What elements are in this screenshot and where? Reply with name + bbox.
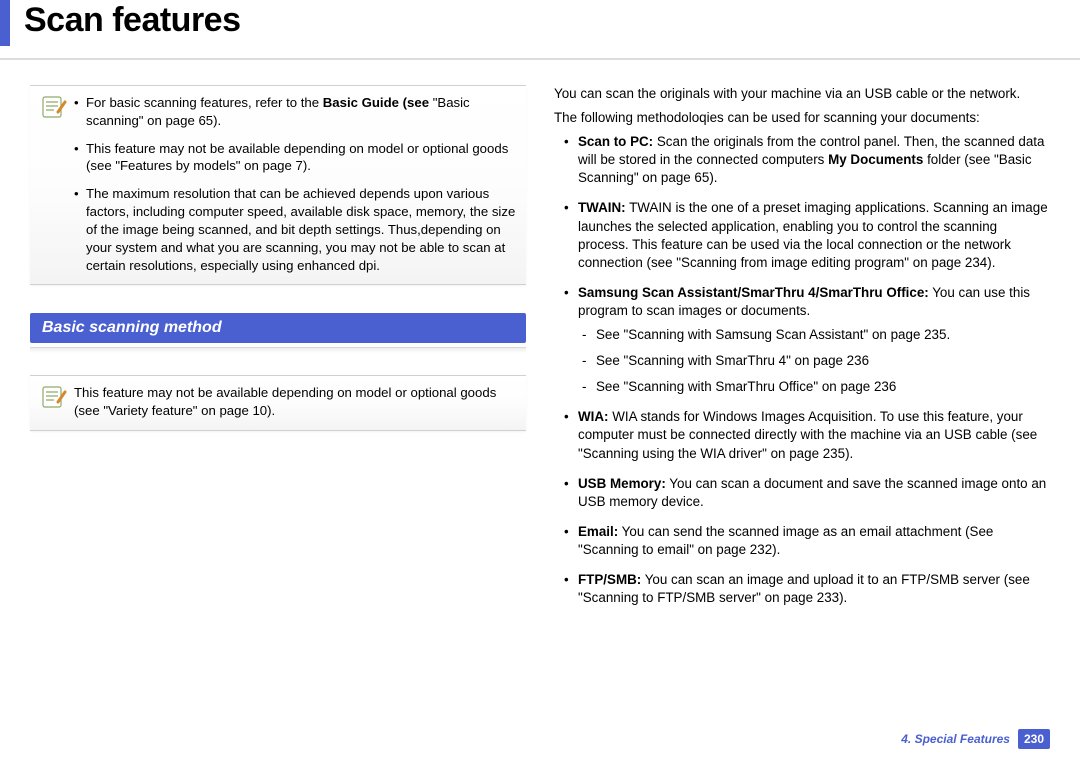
intro-paragraph-1: You can scan the originals with your mac… — [554, 85, 1050, 103]
note-box-2: This feature may not be available depend… — [30, 375, 526, 431]
note-box-1: For basic scanning features, refer to th… — [30, 85, 526, 285]
footer-page-number: 230 — [1018, 729, 1050, 749]
note-icon — [40, 94, 68, 120]
list-item: WIA: WIA stands for Windows Images Acqui… — [554, 408, 1050, 462]
note-text: This feature may not be available depend… — [74, 384, 516, 420]
right-column: You can scan the originals with your mac… — [554, 85, 1050, 619]
page-body: For basic scanning features, refer to th… — [0, 60, 1080, 619]
list-item: FTP/SMB: You can scan an image and uploa… — [554, 571, 1050, 607]
list-item: Email: You can send the scanned image as… — [554, 523, 1050, 559]
note-item: For basic scanning features, refer to th… — [74, 94, 516, 130]
section-heading: Basic scanning method — [30, 313, 526, 343]
note-text-pre: For basic scanning features, refer to th… — [86, 95, 323, 110]
footer-chapter: 4. Special Features — [901, 732, 1010, 746]
list-item: USB Memory: You can scan a document and … — [554, 475, 1050, 511]
intro-paragraph-2: The following methodoloqies can be used … — [554, 109, 1050, 127]
header-accent-bar — [0, 0, 10, 46]
section-heading-underline — [30, 347, 526, 353]
method-name: Email: — [578, 524, 618, 539]
method-bold2: My Documents — [828, 152, 923, 167]
sub-list-item: See "Scanning with Samsung Scan Assistan… — [578, 326, 1050, 344]
page-header: Scan features — [0, 0, 1080, 60]
method-desc: WIA stands for Windows Images Acquisitio… — [578, 409, 1037, 460]
page-footer: 4. Special Features 230 — [901, 729, 1050, 749]
method-name: USB Memory: — [578, 476, 666, 491]
method-desc: You can send the scanned image as an ema… — [578, 524, 993, 557]
left-column: For basic scanning features, refer to th… — [30, 85, 526, 619]
method-name: TWAIN: — [578, 200, 626, 215]
note-text-bold: Basic Guide (see — [323, 95, 433, 110]
method-name: Samsung Scan Assistant/SmarThru 4/SmarTh… — [578, 285, 929, 300]
list-item: TWAIN: TWAIN is the one of a preset imag… — [554, 199, 1050, 271]
note-item: The maximum resolution that can be achie… — [74, 185, 516, 274]
methods-list: Scan to PC: Scan the originals from the … — [554, 133, 1050, 607]
method-desc: You can scan an image and upload it to a… — [578, 572, 1030, 605]
method-name: FTP/SMB: — [578, 572, 641, 587]
method-desc: TWAIN is the one of a preset imaging app… — [578, 200, 1048, 269]
sub-item-text: See "Scanning with SmarThru 4" on page 2… — [596, 353, 869, 368]
sub-item-text: See "Scanning with SmarThru Office" on p… — [596, 379, 896, 394]
page-title: Scan features — [24, 0, 241, 41]
sub-item-text: See "Scanning with Samsung Scan Assistan… — [596, 327, 950, 342]
note-list-1: For basic scanning features, refer to th… — [74, 94, 516, 274]
sub-list-item: See "Scanning with SmarThru Office" on p… — [578, 378, 1050, 396]
sub-list-item: See "Scanning with SmarThru 4" on page 2… — [578, 352, 1050, 370]
method-name: WIA: — [578, 409, 609, 424]
method-name: Scan to PC: — [578, 134, 653, 149]
list-item: Samsung Scan Assistant/SmarThru 4/SmarTh… — [554, 284, 1050, 396]
note-icon — [40, 384, 68, 410]
list-item: Scan to PC: Scan the originals from the … — [554, 133, 1050, 187]
note-text: This feature may not be available depend… — [86, 141, 508, 174]
sub-list: See "Scanning with Samsung Scan Assistan… — [578, 326, 1050, 396]
note-item: This feature may not be available depend… — [74, 140, 516, 176]
note-text: The maximum resolution that can be achie… — [86, 186, 515, 272]
